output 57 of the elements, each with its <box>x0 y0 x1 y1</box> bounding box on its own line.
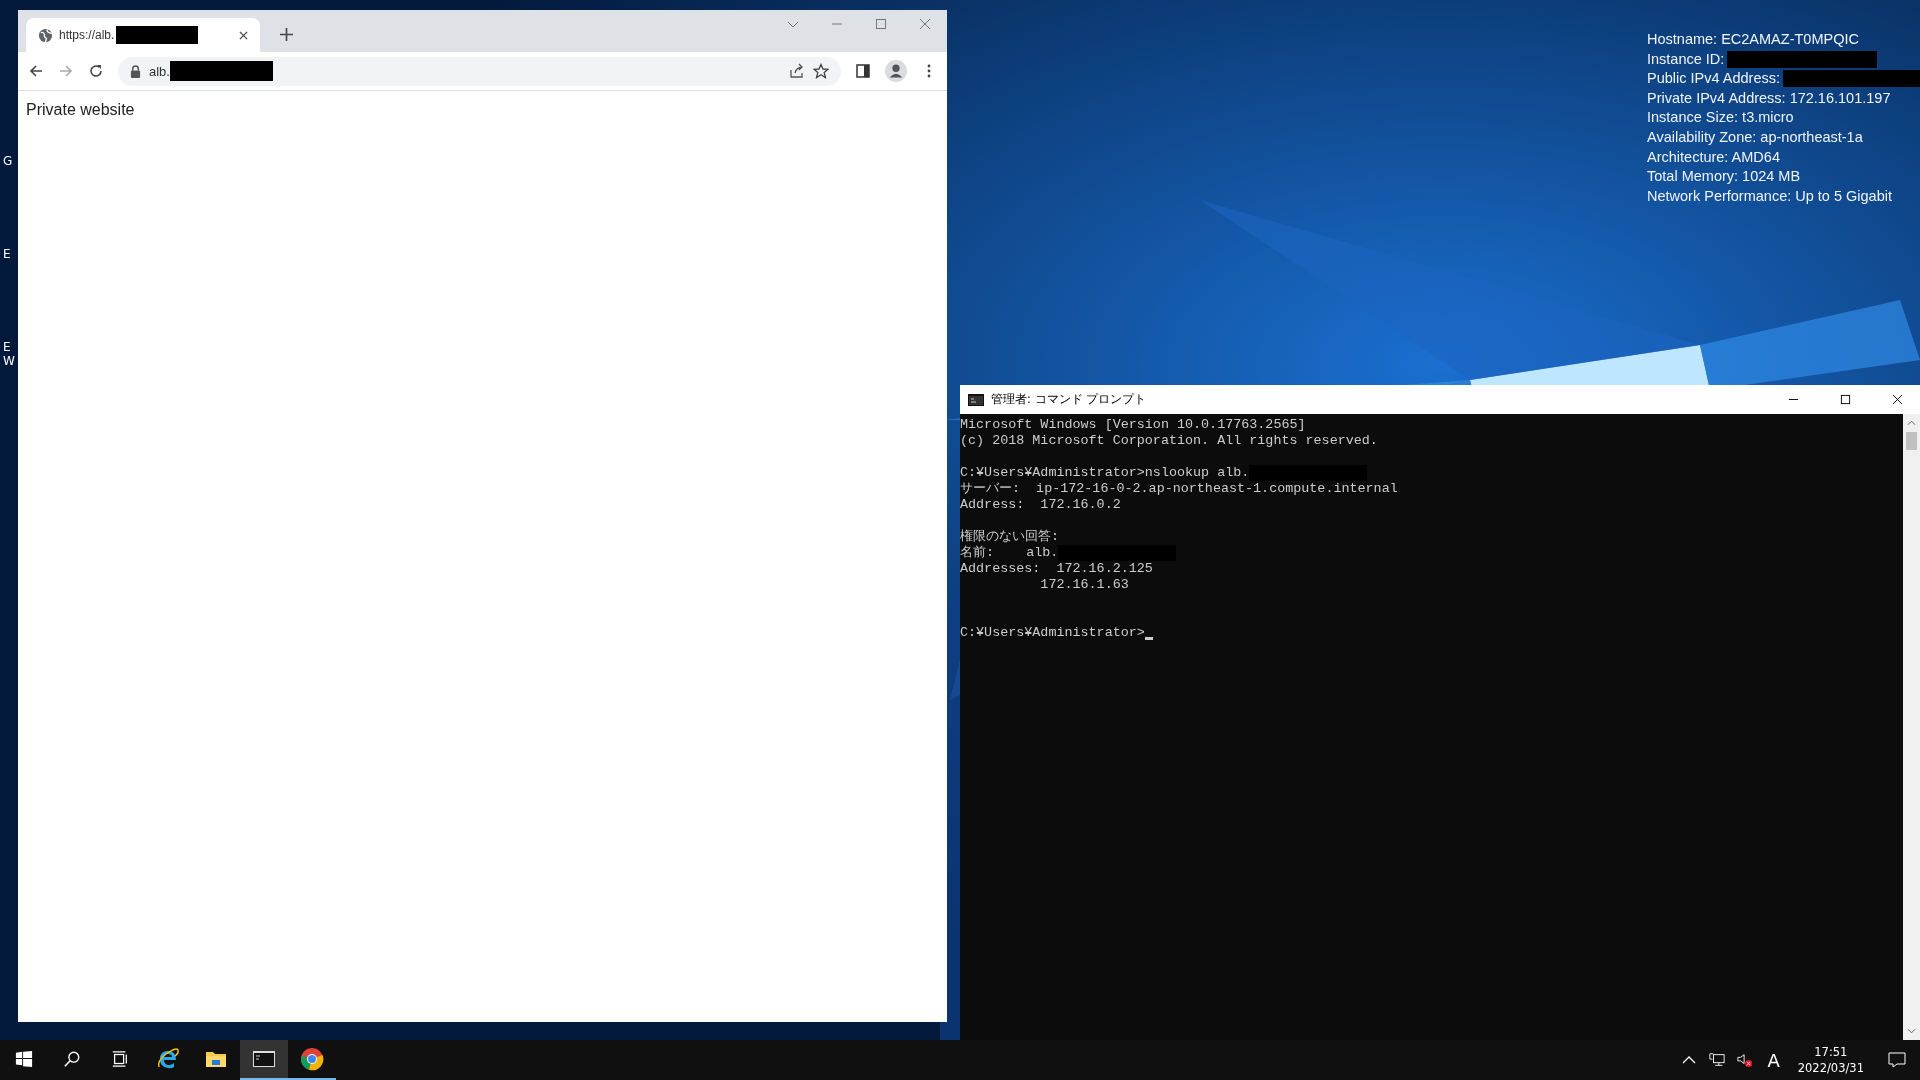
share-icon[interactable] <box>789 63 805 79</box>
search-icon <box>63 1050 81 1068</box>
page-text: Private website <box>26 101 135 118</box>
system-info-line: Architecture: AMD64 <box>1647 147 1780 167</box>
date: 2022/03/31 <box>1797 1060 1864 1076</box>
scroll-thumb[interactable] <box>1906 432 1917 450</box>
notification-icon[interactable] <box>1888 1051 1906 1069</box>
close-icon[interactable] <box>239 30 248 40</box>
lock-icon <box>130 64 141 78</box>
taskbar-button[interactable] <box>240 1040 288 1080</box>
plus-icon[interactable] <box>280 28 293 41</box>
system-info-line: Hostname: EC2AMAZ-T0MPQIC <box>1647 30 1859 49</box>
console-line: Addresses: 172.16.2.125 <box>960 561 1153 577</box>
scroll-up-icon[interactable] <box>1907 419 1916 427</box>
globe-icon <box>38 27 53 43</box>
chrome-logo-icon <box>300 1047 324 1071</box>
task-view-icon <box>111 1050 129 1068</box>
window-title: 管理者: コマンド プロンプト <box>991 392 1147 407</box>
scrollbar[interactable] <box>1903 414 1920 1040</box>
input-mode-indicator[interactable]: A <box>1767 1049 1780 1071</box>
system-info-line: Total Memory: 1024 MB <box>1647 167 1801 187</box>
reload-icon[interactable] <box>88 63 104 79</box>
side-panel-icon[interactable] <box>855 63 871 79</box>
system-info-line: Availability Zone: ap-northeast-1a <box>1647 127 1863 147</box>
console-line: サーバー: ip-172-16-0-2.ap-northeast-1.compute.internal <box>960 481 1398 497</box>
system-info-line: Private IPv4 Address: 172.16.101.197 <box>1647 88 1891 108</box>
windows-logo-icon <box>15 1050 33 1068</box>
desktop-icon-label[interactable]: E W <box>3 341 15 368</box>
desktop-icon-label[interactable]: E <box>3 248 15 262</box>
console-line: (c) 2018 Microsoft Corporation. All rights reserved. <box>960 433 1378 449</box>
muted-speaker-icon[interactable] <box>1737 1052 1754 1068</box>
desktop-icon-label[interactable]: G <box>3 155 15 169</box>
profile-icon[interactable] <box>885 60 907 82</box>
e-logo-icon <box>156 1047 180 1071</box>
terminal-icon <box>968 393 984 406</box>
console-line: 172.16.1.63 <box>1039 577 1129 593</box>
console-line: 権限のない回答: <box>960 529 1060 545</box>
back-icon[interactable] <box>28 63 44 79</box>
system-info-line: Network Performance: Up to 5 Gigabit <box>1647 186 1892 206</box>
clock[interactable]: 17:51 2022/03/31 <box>1797 1044 1864 1076</box>
close-icon[interactable] <box>1892 394 1903 405</box>
system-info-line: Instance Size: t3.micro <box>1647 108 1794 128</box>
scroll-down-icon[interactable] <box>1907 1027 1916 1035</box>
text-cursor <box>1144 637 1153 640</box>
address-bar[interactable]: alb. <box>118 56 841 86</box>
network-icon[interactable] <box>1709 1052 1726 1068</box>
console-line: C:¥Users¥Administrator>nslookup alb. <box>960 465 1250 481</box>
system-info-line: Instance ID: <box>1647 49 1725 69</box>
star-icon[interactable] <box>813 63 829 79</box>
console-line: C:¥Users¥Administrator> <box>960 625 1145 641</box>
console-line: Address: 172.16.0.2 <box>960 497 1121 513</box>
maximize-icon[interactable] <box>1840 394 1851 405</box>
console-line: Microsoft Windows [Version 10.0.17763.2565] <box>960 417 1306 433</box>
browser-tab[interactable]: https://alb. <box>26 18 260 52</box>
console-line: 名前: alb. <box>960 545 1059 561</box>
time: 17:51 <box>1814 1044 1848 1060</box>
system-info-line: Public IPv4 Address: <box>1647 69 1780 89</box>
